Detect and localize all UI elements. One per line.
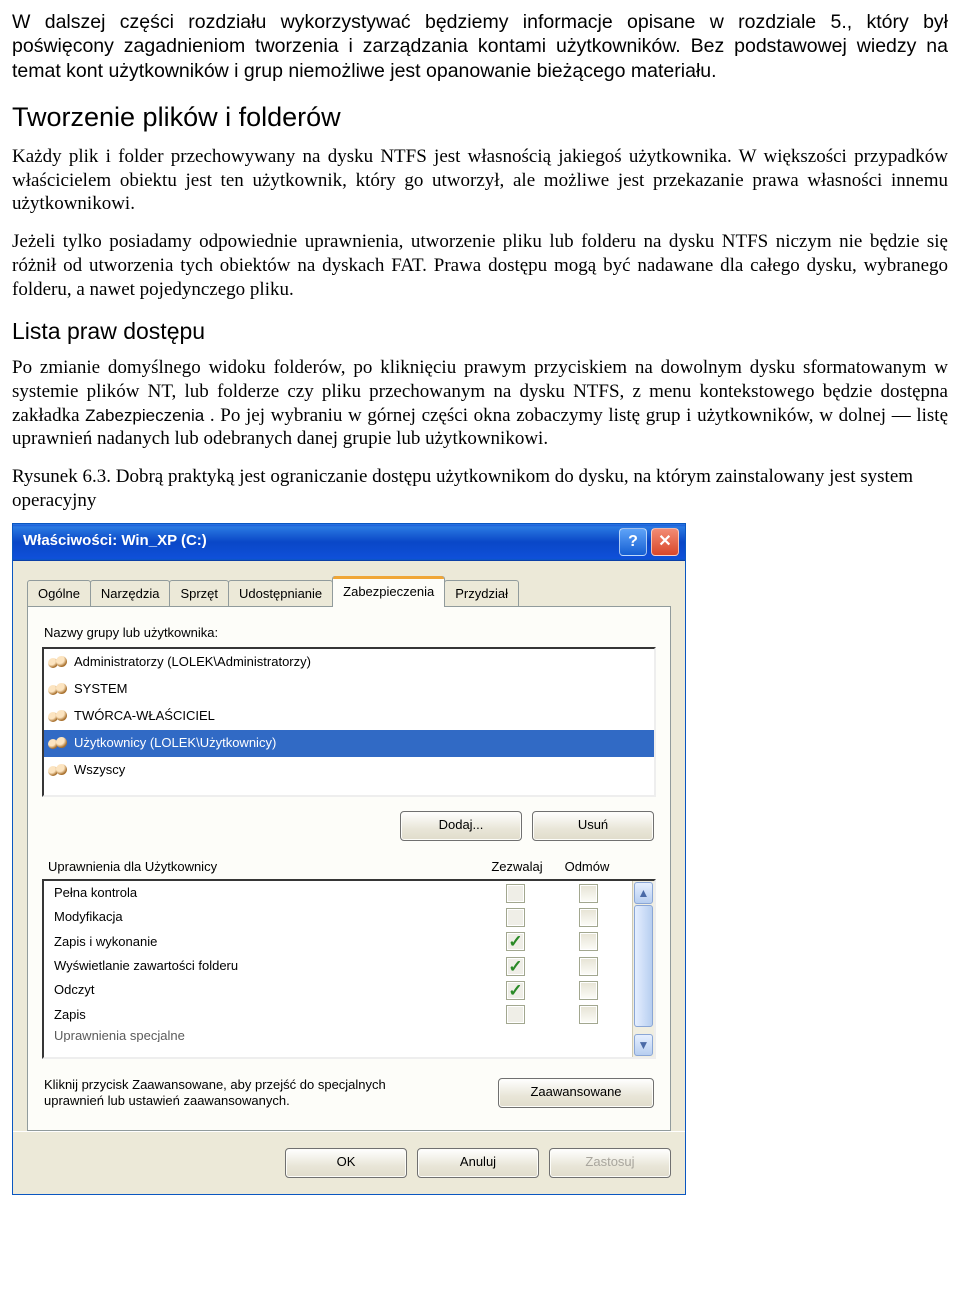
- paragraph-owner: Każdy plik i folder przechowywany na dys…: [12, 145, 948, 216]
- scroll-up-button[interactable]: ▲: [634, 882, 653, 904]
- list-item-label: Administratorzy (LOLEK\Administratorzy): [74, 654, 311, 670]
- users-icon: [48, 761, 68, 779]
- list-item-label: SYSTEM: [74, 681, 127, 697]
- permission-row: Odczyt✓: [44, 978, 654, 1002]
- list-item[interactable]: Użytkownicy (LOLEK\Użytkownicy): [44, 730, 654, 757]
- permission-row: Modyfikacja: [44, 905, 654, 929]
- intro-paragraph: W dalszej części rozdziału wykorzystywać…: [12, 10, 948, 83]
- tab-strip: OgólneNarzędziaSprzętUdostępnianieZabezp…: [27, 579, 671, 607]
- deny-checkbox[interactable]: [579, 957, 598, 976]
- allow-checkbox[interactable]: [506, 908, 525, 927]
- list-item[interactable]: Administratorzy (LOLEK\Administratorzy): [44, 649, 654, 676]
- ok-button[interactable]: OK: [285, 1148, 407, 1178]
- list-item-label: Użytkownicy (LOLEK\Użytkownicy): [74, 735, 276, 751]
- permission-row: Uprawnienia specjalne: [44, 1027, 654, 1042]
- scrollbar[interactable]: ▲ ▼: [632, 881, 654, 1057]
- apply-button[interactable]: Zastosuj: [549, 1148, 671, 1178]
- group-list-label: Nazwy grupy lub użytkownika:: [44, 625, 654, 641]
- list-item-label: Wszyscy: [74, 762, 125, 778]
- list-item[interactable]: SYSTEM: [44, 676, 654, 703]
- deny-checkbox[interactable]: [579, 884, 598, 903]
- permission-row: Zapis: [44, 1003, 654, 1027]
- list-item[interactable]: Wszyscy: [44, 757, 654, 784]
- tab-przydział[interactable]: Przydział: [444, 580, 519, 607]
- tab-sprzęt[interactable]: Sprzęt: [169, 580, 229, 607]
- tab-narzędzia[interactable]: Narzędzia: [90, 580, 171, 607]
- list-item[interactable]: TWÓRCA-WŁAŚCICIEL: [44, 703, 654, 730]
- tab-udostępnianie[interactable]: Udostępnianie: [228, 580, 333, 607]
- permission-label: Wyświetlanie zawartości folderu: [54, 958, 506, 974]
- allow-checkbox[interactable]: ✓: [506, 957, 525, 976]
- titlebar[interactable]: Właściwości: Win_XP (C:) ? ✕: [13, 524, 685, 561]
- add-button[interactable]: Dodaj...: [400, 811, 522, 841]
- permission-label: Zapis i wykonanie: [54, 934, 506, 950]
- users-icon: [48, 734, 68, 752]
- figure-caption: Rysunek 6.3. Dobrą praktyką jest ogranic…: [12, 465, 948, 513]
- permission-label: Pełna kontrola: [54, 885, 506, 901]
- permission-row: Zapis i wykonanie✓: [44, 930, 654, 954]
- advanced-hint: Kliknij przycisk Zaawansowane, aby przej…: [44, 1077, 434, 1110]
- allow-checkbox[interactable]: [506, 884, 525, 903]
- dialog-button-row: OK Anuluj Zastosuj: [13, 1131, 685, 1194]
- close-button[interactable]: ✕: [651, 528, 679, 556]
- deny-checkbox[interactable]: [579, 981, 598, 1000]
- window-title: Właściwości: Win_XP (C:): [23, 532, 207, 551]
- tab-name-inline: Zabezpieczenia: [85, 406, 204, 425]
- column-allow: Zezwalaj: [482, 859, 552, 875]
- remove-button[interactable]: Usuń: [532, 811, 654, 841]
- heading-lista-praw: Lista praw dostępu: [12, 317, 948, 346]
- permission-label: Uprawnienia specjalne: [54, 1028, 628, 1042]
- paragraph-rights: Jeżeli tylko posiadamy odpowiednie upraw…: [12, 230, 948, 301]
- permission-label: Modyfikacja: [54, 909, 506, 925]
- cancel-button[interactable]: Anuluj: [417, 1148, 539, 1178]
- help-button[interactable]: ?: [619, 528, 647, 556]
- permission-row: Pełna kontrola: [44, 881, 654, 905]
- advanced-button[interactable]: Zaawansowane: [498, 1078, 654, 1108]
- column-deny: Odmów: [552, 859, 622, 875]
- deny-checkbox[interactable]: [579, 932, 598, 951]
- group-listbox[interactable]: Administratorzy (LOLEK\Administratorzy) S…: [42, 647, 656, 797]
- security-tab-panel: Nazwy grupy lub użytkownika: Administrat…: [27, 606, 671, 1131]
- deny-checkbox[interactable]: [579, 908, 598, 927]
- permission-row: Wyświetlanie zawartości folderu✓: [44, 954, 654, 978]
- scroll-thumb[interactable]: [634, 905, 653, 1027]
- list-item-label: TWÓRCA-WŁAŚCICIEL: [74, 708, 215, 724]
- permissions-heading: Uprawnienia dla Użytkownicy: [48, 859, 217, 875]
- allow-checkbox[interactable]: ✓: [506, 981, 525, 1000]
- tab-ogólne[interactable]: Ogólne: [27, 580, 91, 607]
- heading-tworzenie: Tworzenie plików i folderów: [12, 101, 948, 135]
- permission-label: Odczyt: [54, 982, 506, 998]
- permission-label: Zapis: [54, 1007, 506, 1023]
- users-icon: [48, 680, 68, 698]
- permissions-listbox[interactable]: Pełna kontrola Modyfikacja Zapis i wykonan…: [42, 879, 656, 1059]
- users-icon: [48, 653, 68, 671]
- allow-checkbox[interactable]: ✓: [506, 932, 525, 951]
- paragraph-lista: Po zmianie domyślnego widoku folderów, p…: [12, 356, 948, 451]
- properties-dialog: Właściwości: Win_XP (C:) ? ✕ OgólneNarzę…: [12, 523, 686, 1195]
- allow-checkbox[interactable]: [506, 1005, 525, 1024]
- users-icon: [48, 707, 68, 725]
- scroll-down-button[interactable]: ▼: [634, 1034, 653, 1056]
- deny-checkbox[interactable]: [579, 1005, 598, 1024]
- tab-zabezpieczenia[interactable]: Zabezpieczenia: [332, 576, 445, 607]
